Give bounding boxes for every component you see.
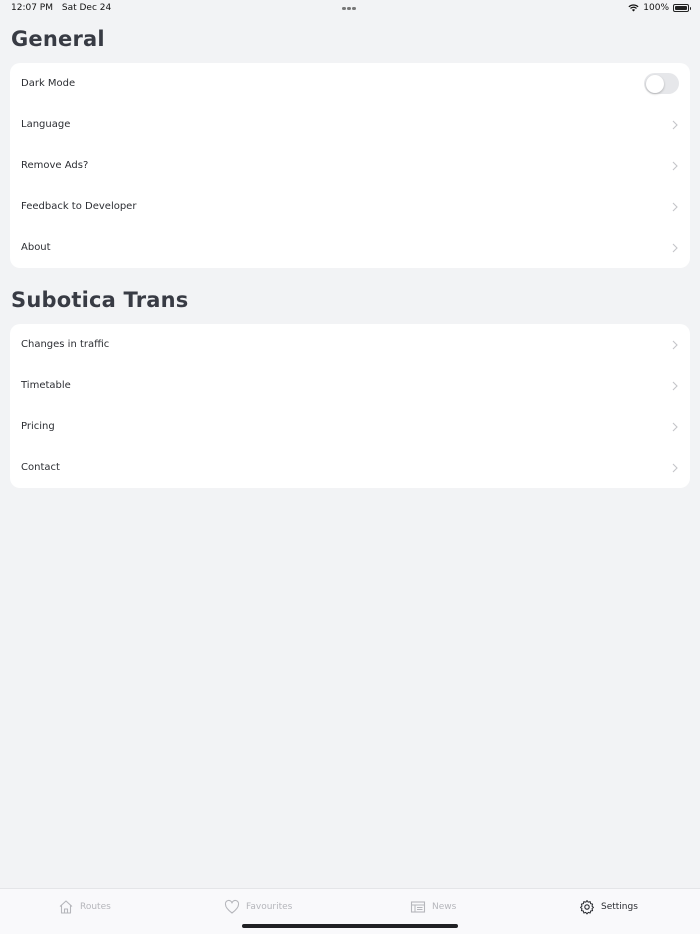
row-label: Feedback to Developer [21, 201, 137, 212]
wifi-icon [628, 4, 639, 12]
tab-routes[interactable]: Routes [58, 899, 111, 915]
heart-icon [224, 899, 240, 914]
status-bar: 12:07 PM Sat Dec 24 100% [0, 0, 700, 18]
row-dark-mode: Dark Mode [10, 63, 690, 104]
row-label: Remove Ads? [21, 160, 89, 171]
chevron-right-icon [672, 243, 678, 252]
row-label: About [21, 242, 51, 253]
general-card: Dark Mode Language Remove Ads? Feedback … [10, 63, 690, 268]
status-right: 100% [628, 3, 691, 13]
battery-percent: 100% [643, 3, 669, 13]
home-indicator[interactable] [242, 924, 458, 928]
row-contact[interactable]: Contact [10, 447, 690, 488]
tab-label: Routes [80, 902, 111, 912]
tab-label: Settings [601, 902, 638, 912]
row-pricing[interactable]: Pricing [10, 406, 690, 447]
multitasking-dots-icon[interactable] [342, 3, 357, 13]
status-date: Sat Dec 24 [61, 3, 112, 13]
tab-settings[interactable]: Settings [579, 899, 638, 915]
row-label: Language [21, 119, 71, 130]
row-language[interactable]: Language [10, 104, 690, 145]
chevron-right-icon [672, 161, 678, 170]
chevron-right-icon [672, 422, 678, 431]
tab-favourites[interactable]: Favourites [224, 899, 292, 915]
tab-label: News [432, 902, 457, 912]
newspaper-icon [410, 901, 426, 913]
chevron-right-icon [672, 202, 678, 211]
battery-icon [673, 4, 691, 12]
subotica-card: Changes in traffic Timetable Pricing Con… [10, 324, 690, 488]
chevron-right-icon [672, 381, 678, 390]
row-changes-in-traffic[interactable]: Changes in traffic [10, 324, 690, 365]
status-left: 12:07 PM Sat Dec 24 [11, 3, 111, 13]
row-about[interactable]: About [10, 227, 690, 268]
section-title-general: General [11, 27, 105, 51]
gear-icon [580, 900, 594, 915]
chevron-right-icon [672, 340, 678, 349]
row-timetable[interactable]: Timetable [10, 365, 690, 406]
row-label: Dark Mode [21, 78, 76, 89]
tab-label: Favourites [246, 902, 293, 912]
status-time: 12:07 PM [11, 3, 53, 13]
row-feedback[interactable]: Feedback to Developer [10, 186, 690, 227]
section-title-subotica: Subotica Trans [11, 288, 189, 312]
row-remove-ads[interactable]: Remove Ads? [10, 145, 690, 186]
tab-news[interactable]: News [410, 899, 456, 915]
row-label: Changes in traffic [21, 339, 110, 350]
chevron-right-icon [672, 463, 678, 472]
chevron-right-icon [672, 120, 678, 129]
row-label: Timetable [21, 380, 71, 391]
home-icon [59, 900, 73, 914]
dark-mode-toggle[interactable] [644, 73, 679, 94]
row-label: Contact [21, 462, 60, 473]
row-label: Pricing [21, 421, 55, 432]
